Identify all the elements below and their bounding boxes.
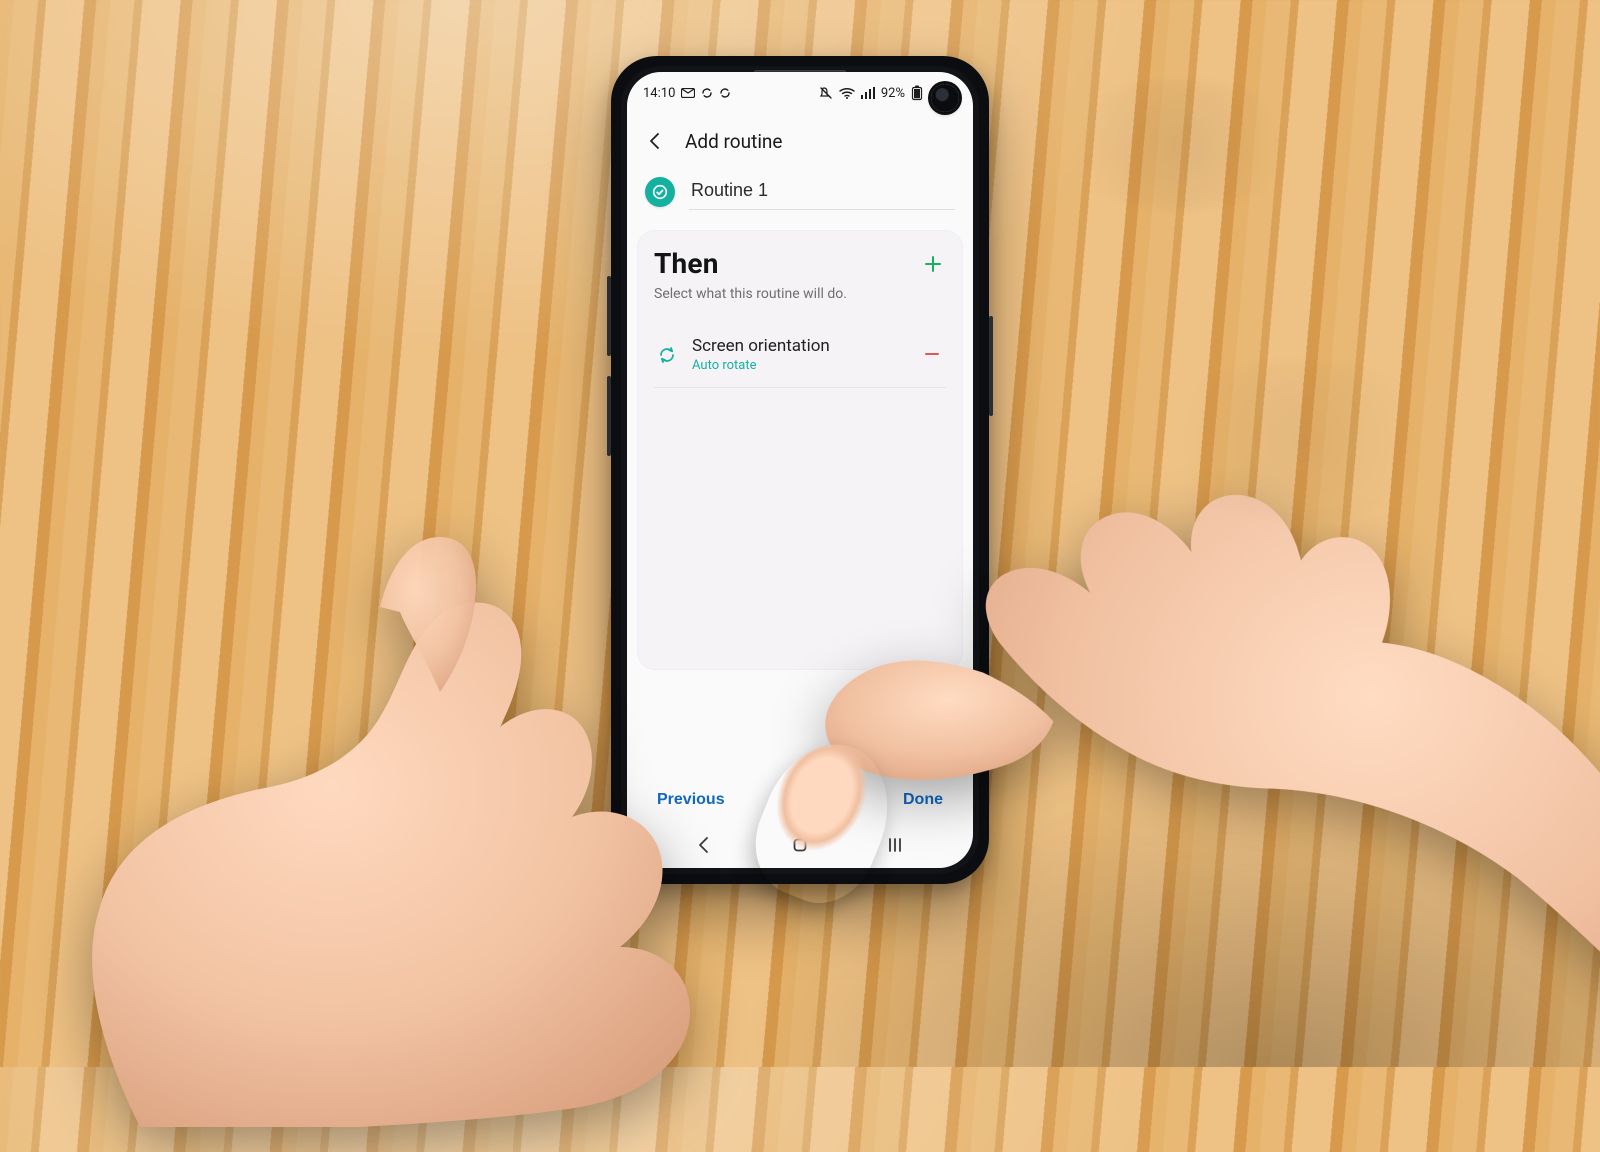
remove-action-button[interactable]	[920, 343, 944, 367]
app-bar: Add routine	[627, 114, 973, 168]
add-action-button[interactable]	[920, 251, 946, 277]
check-icon	[652, 184, 668, 200]
routine-name-input[interactable]	[689, 174, 955, 210]
chevron-left-icon	[695, 835, 715, 855]
status-time: 14:10	[643, 86, 675, 101]
action-title: Screen orientation	[692, 336, 906, 356]
signal-icon	[861, 87, 875, 99]
wifi-icon	[839, 87, 855, 99]
camera-hole-icon	[931, 84, 959, 112]
mail-icon	[681, 88, 695, 98]
nav-back-button[interactable]	[685, 825, 725, 865]
action-value: Auto rotate	[692, 358, 906, 373]
section-title: Then	[654, 247, 719, 280]
battery-icon	[911, 85, 923, 101]
screen: 14:10	[627, 72, 973, 868]
previous-button[interactable]: Previous	[651, 790, 731, 810]
routine-icon-button[interactable]	[645, 177, 675, 207]
mute-icon	[819, 86, 833, 100]
recents-icon	[885, 835, 905, 855]
battery-text: 92%	[881, 86, 905, 101]
section-subtitle: Select what this routine will do.	[654, 286, 946, 302]
sync-icon	[701, 87, 713, 99]
plus-icon	[923, 254, 943, 274]
back-button[interactable]	[643, 128, 669, 154]
routine-name-row	[627, 168, 973, 224]
action-item[interactable]: Screen orientation Auto rotate	[654, 320, 946, 388]
then-panel: Then Select what this routine will do. S…	[637, 230, 963, 670]
status-bar: 14:10	[627, 72, 973, 114]
minus-icon	[924, 346, 940, 362]
done-button[interactable]: Done	[897, 790, 949, 810]
rotate-icon	[656, 344, 678, 366]
app-bar-title: Add routine	[685, 130, 783, 153]
sync-icon	[719, 87, 731, 99]
chevron-left-icon	[646, 131, 666, 151]
